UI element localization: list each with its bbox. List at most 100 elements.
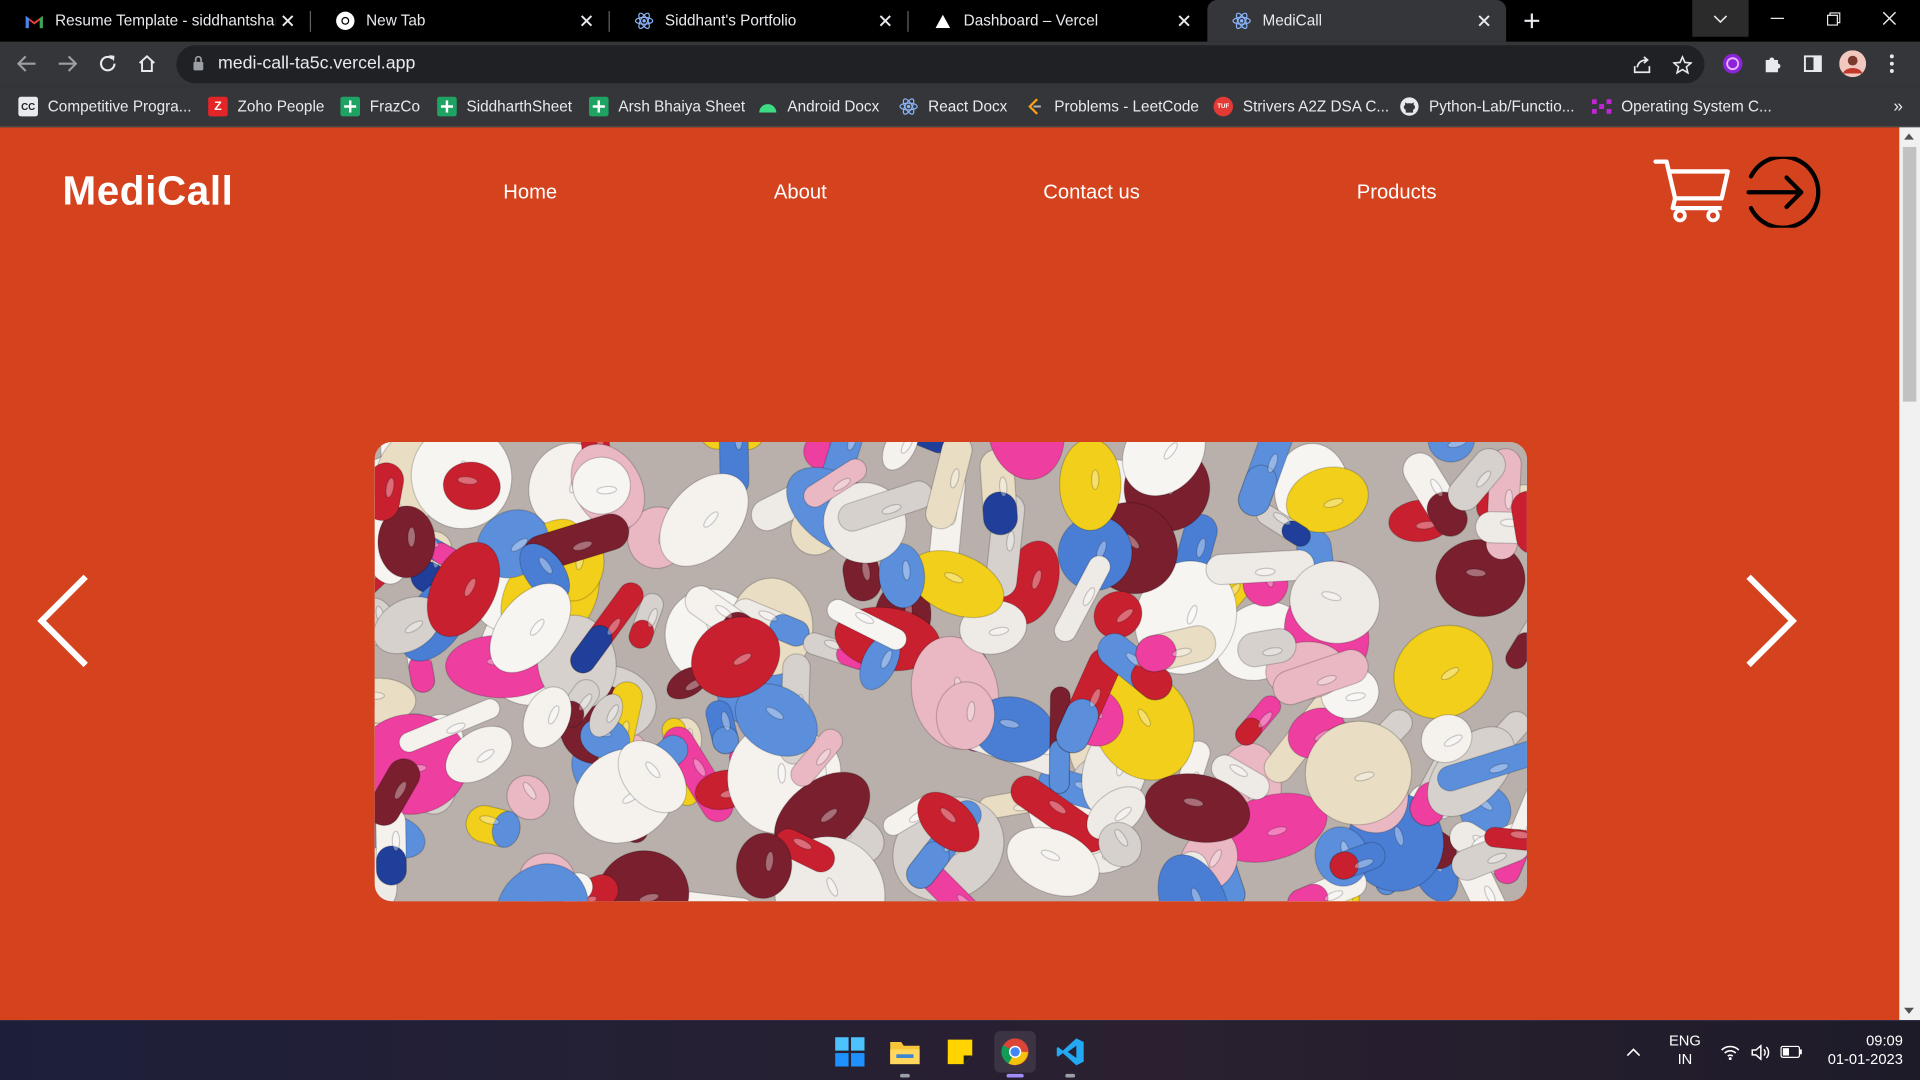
extension-purple-icon	[1722, 53, 1743, 74]
scroll-thumb[interactable]	[1902, 146, 1917, 402]
scroll-up-arrow[interactable]	[1904, 133, 1914, 140]
clock[interactable]: 09:09 01-01-2023	[1817, 1032, 1903, 1069]
home-button[interactable]	[130, 47, 164, 81]
carousel-prev-button[interactable]	[37, 573, 91, 675]
close-tab-icon[interactable]	[873, 9, 897, 33]
bookmark-label: Arsh Bhaiya Sheet	[618, 97, 746, 116]
close-tab-icon[interactable]	[1472, 9, 1496, 33]
bookmark-arsh-bhaiya-sheet[interactable]: Arsh Bhaiya Sheet	[588, 96, 746, 118]
sheets-icon	[588, 96, 609, 117]
tab-search-button[interactable]	[1692, 0, 1749, 37]
tab-portfolio[interactable]: Siddhant's Portfolio	[610, 0, 908, 42]
cart-icon[interactable]	[1653, 157, 1731, 229]
tab-title: Resume Template - siddhantshar	[55, 12, 276, 30]
reload-icon	[99, 55, 116, 72]
url-text[interactable]: medi-call-ta5c.vercel.app	[218, 54, 415, 74]
android-icon	[758, 97, 778, 117]
new-tab-button[interactable]	[1518, 7, 1545, 34]
bookmarks-bar: CC Competitive Progra... Z Zoho People F…	[0, 86, 1920, 128]
extensions-menu-button[interactable]	[1755, 47, 1789, 81]
bookmark-python-lab[interactable]: Python-Lab/Functio...	[1400, 96, 1574, 118]
side-panel-button[interactable]	[1795, 47, 1829, 81]
login-icon[interactable]	[1744, 154, 1822, 234]
share-icon[interactable]	[1629, 51, 1656, 78]
tuf-icon: TUF	[1213, 96, 1234, 117]
windows-start-icon[interactable]	[829, 1031, 871, 1073]
tab-title: New Tab	[366, 12, 426, 30]
running-indicator	[900, 1073, 910, 1078]
plus-icon	[1524, 13, 1540, 29]
hero-carousel-image	[374, 442, 1527, 902]
language-indicator[interactable]: ENG IN	[1665, 1032, 1704, 1069]
nav-home[interactable]: Home	[503, 181, 557, 204]
kebab-menu-icon	[1889, 54, 1894, 73]
medicall-page: MediCall Home About Contact us Products	[0, 127, 1900, 1021]
tray-overflow-icon[interactable]	[1621, 1031, 1645, 1073]
tab-new-tab[interactable]: New Tab	[311, 0, 609, 42]
vscode-icon[interactable]	[1049, 1031, 1091, 1078]
tab-gmail[interactable]: Resume Template - siddhantshar	[0, 0, 310, 42]
github-icon	[1400, 97, 1420, 117]
tab-vercel[interactable]: Dashboard – Vercel	[909, 0, 1207, 42]
bookmark-frazco[interactable]: FrazCo	[340, 96, 420, 118]
file-explorer-icon[interactable]	[884, 1031, 926, 1078]
forward-button[interactable]	[50, 47, 84, 81]
close-tab-icon[interactable]	[1172, 9, 1196, 33]
tab-medicall[interactable]: MediCall	[1207, 0, 1507, 42]
sheets-icon	[437, 96, 457, 117]
page-scrollbar[interactable]	[1899, 127, 1920, 1021]
minimize-icon	[1770, 17, 1784, 19]
chrome-icon[interactable]	[994, 1031, 1036, 1078]
nav-contact-us[interactable]: Contact us	[1043, 181, 1140, 204]
bookmark-android-docx[interactable]: Android Docx	[758, 96, 879, 118]
bookmarks-overflow-button[interactable]: »	[1893, 96, 1903, 116]
bookmark-strivers-a2z[interactable]: TUF Strivers A2Z DSA C...	[1213, 96, 1389, 118]
extension-button[interactable]	[1716, 47, 1750, 81]
back-button[interactable]	[10, 47, 44, 81]
zoho-icon: Z	[208, 96, 228, 117]
nav-about[interactable]: About	[774, 181, 827, 204]
volume-icon[interactable]	[1750, 1031, 1772, 1073]
tab-title: Siddhant's Portfolio	[664, 12, 797, 30]
close-tab-icon[interactable]	[276, 9, 300, 33]
bookmark-operating-system[interactable]: Operating System C...	[1591, 96, 1772, 118]
profile-button[interactable]	[1836, 47, 1870, 81]
bookmark-star-icon[interactable]	[1669, 51, 1696, 78]
bookmark-siddharthsheet[interactable]: SiddharthSheet	[437, 96, 572, 118]
chevron-down-icon	[1713, 14, 1728, 23]
reload-button[interactable]	[91, 47, 125, 81]
minimize-button[interactable]	[1749, 0, 1805, 37]
chrome-icon	[336, 11, 356, 31]
bookmark-label: Strivers A2Z DSA C...	[1242, 97, 1390, 116]
battery-icon[interactable]	[1779, 1031, 1803, 1073]
region-code: IN	[1677, 1050, 1693, 1068]
windows-taskbar: ENG IN 09:09 01-01-2023	[0, 1020, 1920, 1080]
close-window-button[interactable]	[1861, 0, 1917, 37]
wifi-icon[interactable]	[1719, 1031, 1741, 1073]
scroll-down-arrow[interactable]	[1904, 1007, 1914, 1014]
bookmark-label: Android Docx	[787, 97, 880, 116]
close-icon	[1882, 11, 1897, 26]
running-indicator	[1065, 1073, 1076, 1078]
chevron-left-icon	[37, 574, 88, 668]
address-bar[interactable]: medi-call-ta5c.vercel.app	[176, 45, 1705, 84]
sticky-notes-icon[interactable]	[939, 1031, 981, 1073]
cc-icon: CC	[18, 96, 38, 117]
bookmark-zoho-people[interactable]: Z Zoho People	[208, 96, 324, 118]
close-tab-icon[interactable]	[574, 9, 598, 33]
carousel-next-button[interactable]	[1744, 573, 1798, 675]
browser-toolbar: medi-call-ta5c.vercel.app	[0, 41, 1920, 87]
tab-title: MediCall	[1262, 12, 1323, 30]
puzzle-icon	[1765, 57, 1781, 73]
tab-title: Dashboard – Vercel	[963, 12, 1099, 30]
bookmark-leetcode[interactable]: Problems - LeetCode	[1025, 96, 1199, 118]
bookmark-label: React Docx	[928, 97, 1008, 116]
restore-button[interactable]	[1805, 0, 1861, 37]
react-icon	[1232, 11, 1252, 31]
chrome-menu-button[interactable]	[1875, 47, 1909, 81]
avatar	[1839, 50, 1867, 78]
site-logo[interactable]: MediCall	[62, 168, 233, 215]
nav-products[interactable]: Products	[1357, 181, 1437, 204]
bookmark-competitive-programming[interactable]: CC Competitive Progra...	[18, 96, 192, 118]
bookmark-react-docx[interactable]: React Docx	[899, 96, 1008, 118]
